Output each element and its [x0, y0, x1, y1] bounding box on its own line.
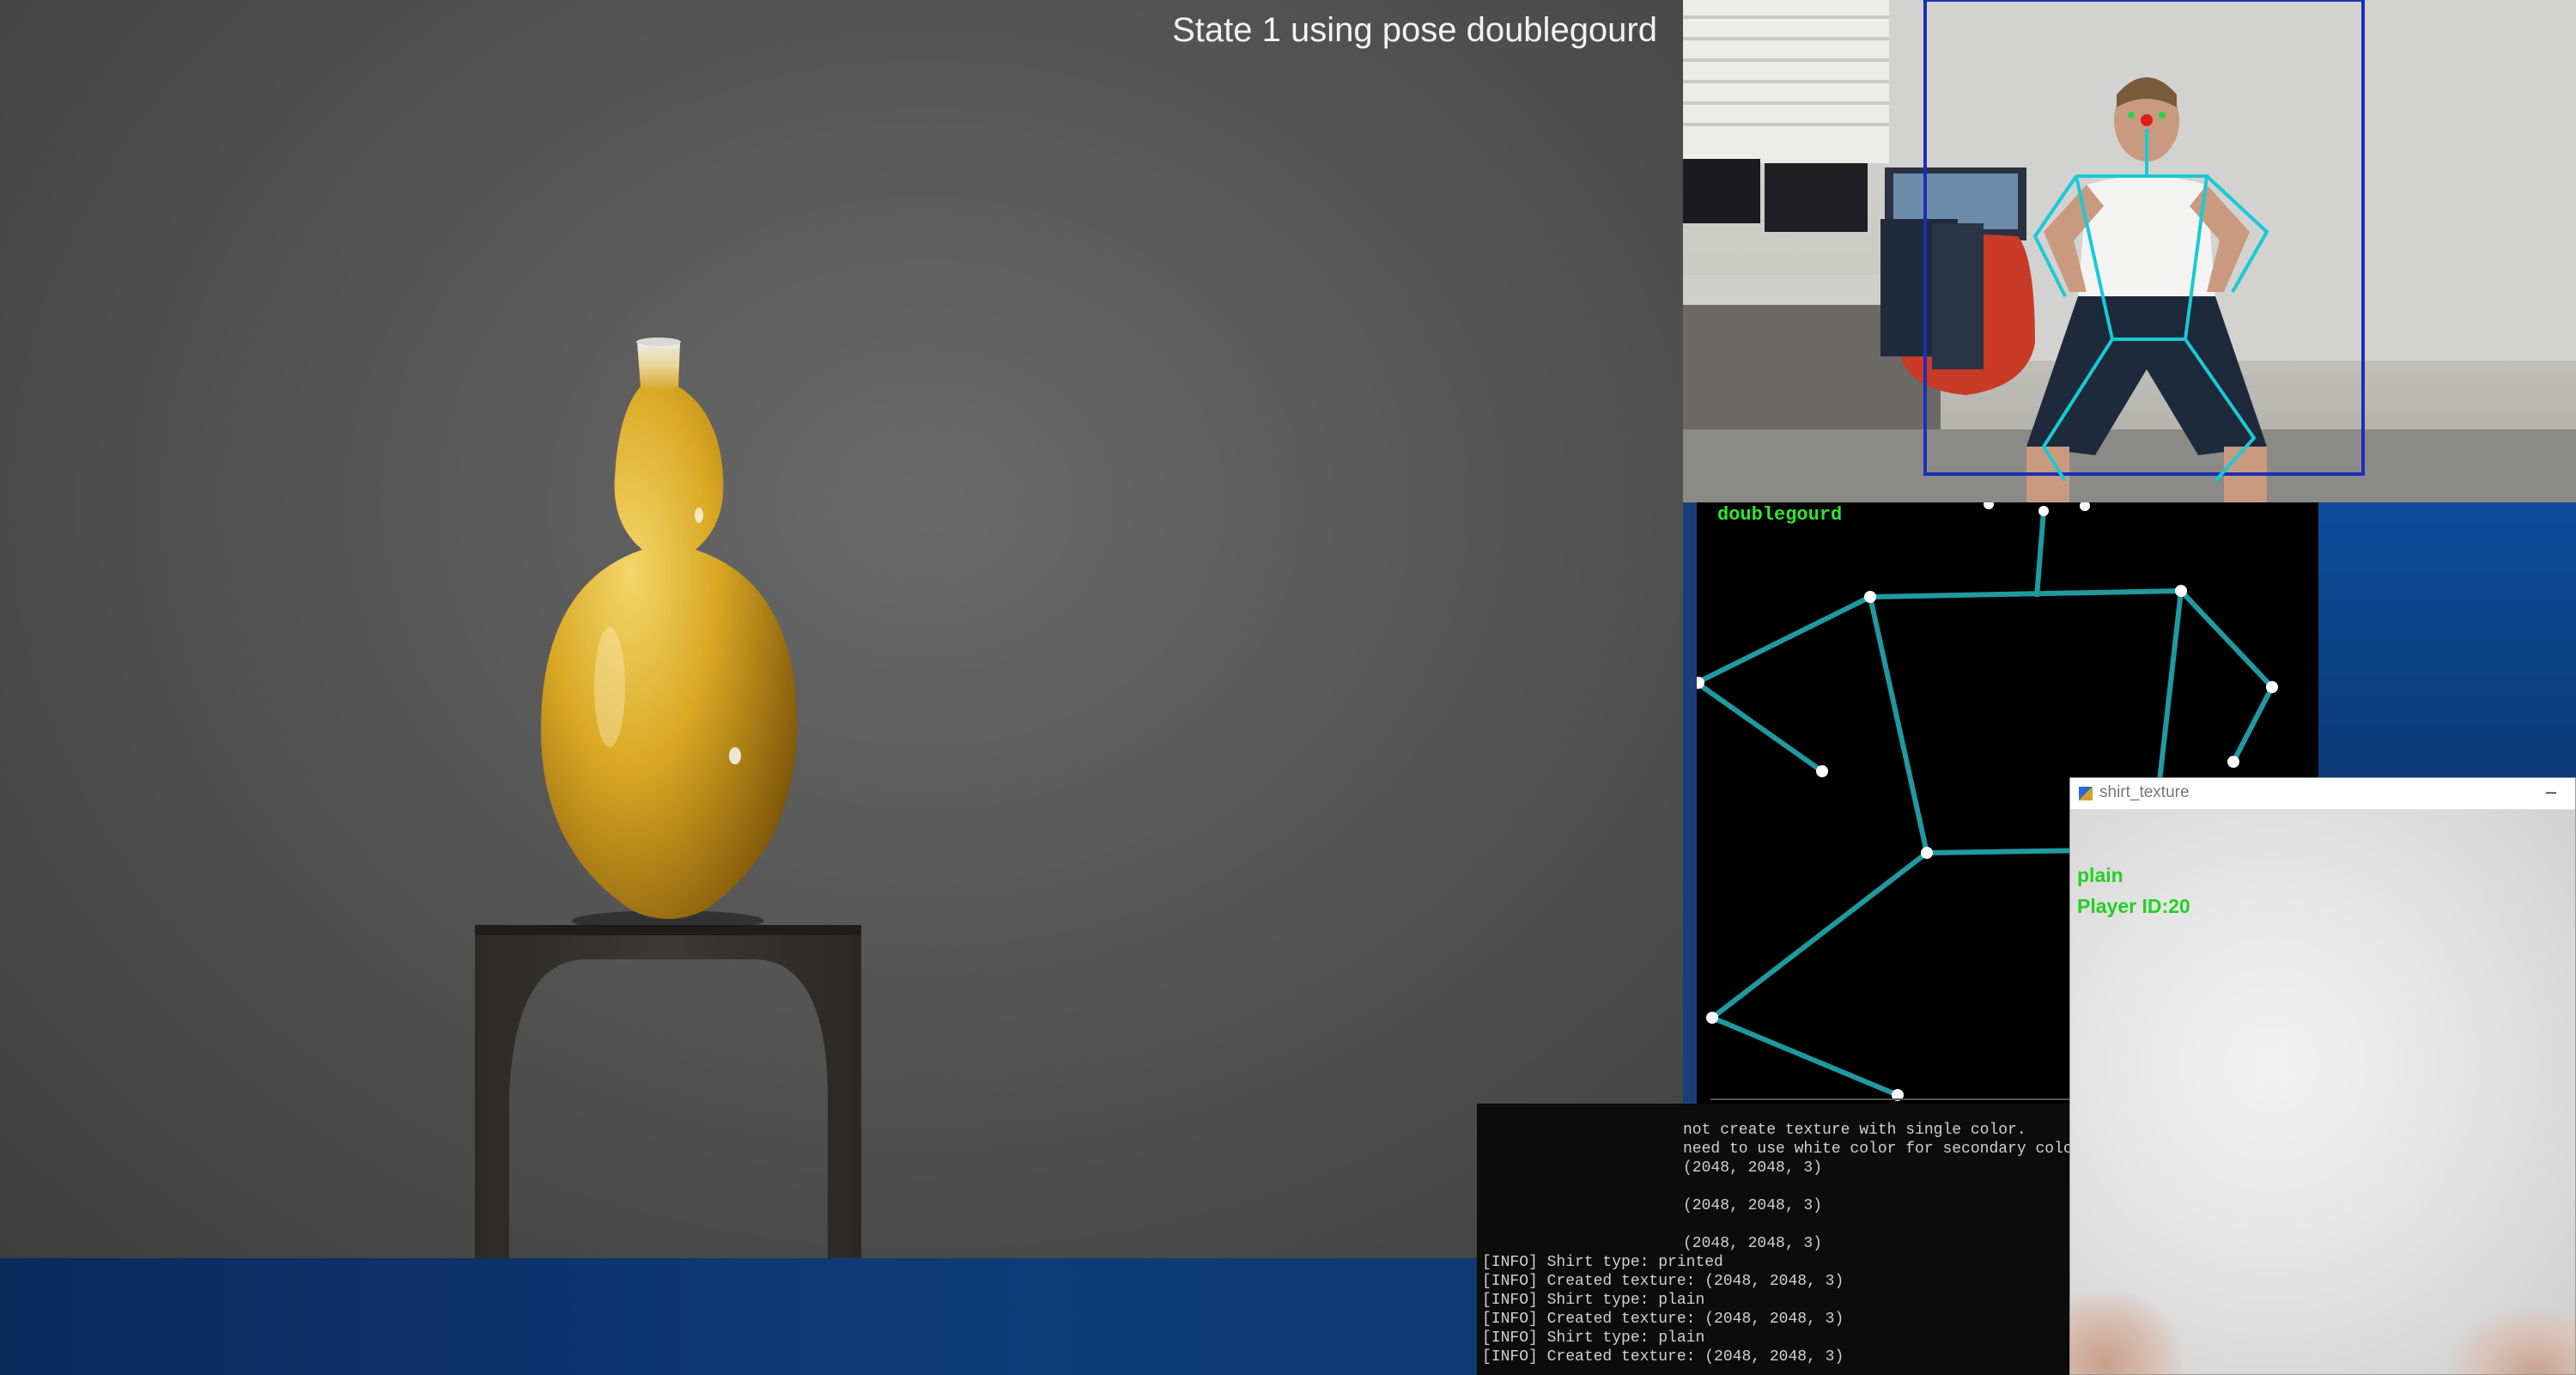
hand-right [2448, 1308, 2575, 1374]
minimize-icon[interactable]: – [2534, 778, 2568, 809]
hand-left [2070, 1291, 2182, 1374]
window-title: shirt_texture [2099, 783, 2190, 801]
doublegourd-vase [541, 338, 798, 931]
vase-scene [475, 338, 861, 1258]
render-window[interactable]: State 1 using pose doublegourd [0, 0, 1683, 1258]
console-line: (2048, 2048, 3) [1683, 1235, 1823, 1252]
desktop-background-right [2310, 502, 2576, 777]
shirt-type-label: plain [2077, 864, 2123, 886]
camera-feed [1683, 0, 2576, 502]
shirt-texture-window[interactable]: shirt_texture – plain Player ID:20 [2069, 777, 2576, 1375]
display-stand [475, 925, 861, 1258]
window-titlebar[interactable]: shirt_texture – [2070, 778, 2575, 810]
console-line: (2048, 2048, 3) [1683, 1159, 1823, 1177]
console-window[interactable]: not create texture with single color. ne… [1477, 1104, 2078, 1375]
console-line: (2048, 2048, 3) [1683, 1197, 1823, 1214]
console-line: [INFO] Created texture: (2048, 2048, 3) [1482, 1348, 1844, 1366]
console-line: need to use white color for secondary co… [1683, 1141, 2078, 1158]
console-line: not create texture with single color. [1683, 1122, 2026, 1139]
console-line: [INFO] Shirt type: printed [1482, 1254, 1723, 1271]
window-app-icon [2079, 787, 2093, 800]
console-line: [INFO] Created texture: (2048, 2048, 3) [1482, 1311, 1844, 1328]
console-line: [INFO] Shirt type: plain [1482, 1329, 1705, 1347]
player-id-label: Player ID:20 [2077, 895, 2190, 917]
pose-label: doublegourd [1717, 504, 1843, 526]
state-caption: State 1 using pose doublegourd [1172, 11, 1657, 49]
office-window-blinds [1683, 0, 1889, 163]
console-line: [INFO] Shirt type: plain [1482, 1292, 1705, 1309]
console-line: [INFO] Created texture: (2048, 2048, 3) [1482, 1273, 1844, 1290]
camera-feed-window[interactable] [1683, 0, 2576, 502]
